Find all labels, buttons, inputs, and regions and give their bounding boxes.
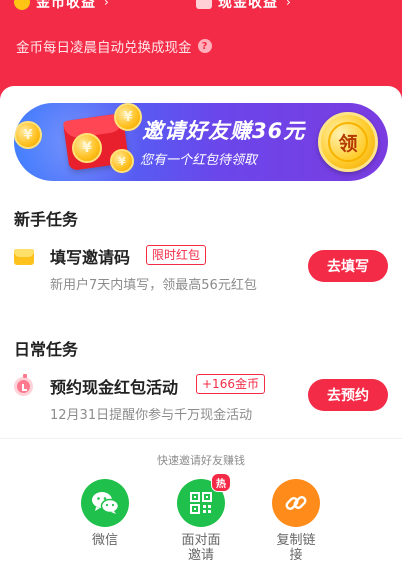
envelope-icon [14,249,34,265]
share-wechat-label: 微信 [91,533,118,548]
hot-badge: 热 [211,473,231,492]
help-icon[interactable]: ? [197,39,212,53]
exchange-note-text: 金币每日凌晨自动兑换成现金 [16,40,192,56]
coin-icon: ¥ [72,133,102,163]
task-description: 新用户7天内填写，领最高56元红包 [50,278,257,293]
coin-icon: ¥ [114,103,142,131]
coin-reward-badge: +166金币 [196,374,265,394]
task-description: 12月31日提醒你参与千万现金活动 [50,408,253,423]
link-icon [272,479,320,527]
chevron-right-icon: › [286,0,291,9]
claim-button[interactable]: 领 [318,112,378,172]
share-panel: 快速邀请好友赚钱 微信 热 面对面邀请 复制链接 [0,438,402,568]
fill-in-button[interactable]: 去填写 [308,250,388,282]
share-copy-link-label: 复制链接 [276,533,316,563]
share-face-to-face-label: 面对面邀请 [181,533,221,563]
newbie-section-title: 新手任务 [14,210,79,229]
share-panel-title: 快速邀请好友赚钱 [157,454,245,467]
earnings-row: 金币收益 › 现金收益 › [0,0,402,26]
alarm-clock-icon [14,374,33,396]
task-name: 填写邀请码 [50,248,131,267]
invite-banner[interactable]: ¥ ¥ ¥ ¥ 邀请好友赚36元 您有一个红包待领取 领 [14,103,388,181]
task-name: 预约现金红包活动 [50,378,179,397]
banner-title: 邀请好友赚36元 [142,119,306,143]
reserve-button[interactable]: 去预约 [308,379,388,411]
coin-icon [14,0,30,10]
wallet-icon [196,0,212,9]
coin-earnings-link[interactable]: 金币收益 › [14,0,109,12]
invite-page: 金币收益 › 现金收益 › 金币每日凌晨自动兑换成现金 ? ¥ ¥ ¥ ¥ 邀请… [0,0,402,568]
chevron-right-icon: › [104,0,109,9]
coin-icon: ¥ [14,121,42,149]
earnings-header: 金币收益 › 现金收益 › 金币每日凌晨自动兑换成现金 ? [0,0,402,100]
share-face-to-face[interactable]: 热 面对面邀请 [161,473,241,563]
claim-button-label: 领 [328,122,368,162]
cash-earnings-label: 现金收益 [218,0,278,11]
banner-subtitle: 您有一个红包待领取 [140,153,258,168]
cash-earnings-link[interactable]: 现金收益 › [196,0,291,12]
share-wechat[interactable]: 微信 [65,479,145,548]
coin-icon: ¥ [110,149,134,173]
exchange-note: 金币每日凌晨自动兑换成现金 ? [16,36,212,56]
daily-section-title: 日常任务 [14,340,79,359]
wechat-icon [81,479,129,527]
share-copy-link[interactable]: 复制链接 [256,479,336,563]
limited-red-packet-badge: 限时红包 [146,245,207,265]
coin-earnings-label: 金币收益 [36,0,96,11]
qr-code-icon: 热 [177,473,231,527]
